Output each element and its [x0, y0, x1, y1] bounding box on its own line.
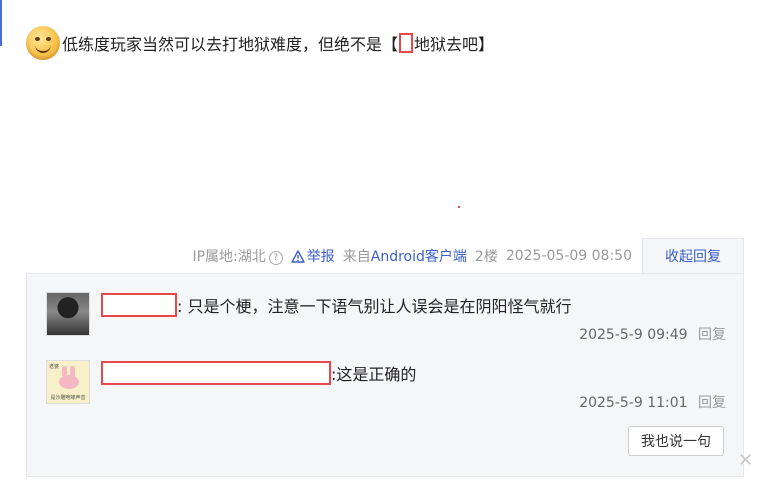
redacted-inline-text — [399, 33, 414, 53]
post-content: 低练度玩家当然可以去打地狱难度，但绝不是【 地狱去吧】 — [26, 26, 494, 60]
reply-text: : 只是个梗，注意一下语气别让人误会是在阴阳怪气就行 — [177, 297, 572, 316]
post-text-before: 低练度玩家当然可以去打地狱难度，但绝不是【 — [62, 35, 399, 54]
pink-bunny-avatar[interactable]: 老婆 是沙雕咆哮声音 — [46, 360, 90, 404]
reply-button[interactable]: 回复 — [698, 327, 726, 343]
collapse-replies-button[interactable]: 收起回复 — [642, 238, 744, 274]
ip-location: IP属地:湖北? — [192, 246, 283, 266]
redacted-username[interactable] — [101, 361, 331, 385]
reply-content: :这是正确的 — [101, 361, 416, 385]
left-accent-bar — [0, 0, 2, 46]
redacted-username[interactable] — [101, 293, 177, 317]
warning-triangle-icon — [291, 249, 305, 263]
post-timestamp: 2025-05-09 08:50 — [505, 248, 632, 264]
reply-footer: 2025-5-9 09:49 回复 — [579, 324, 726, 344]
help-icon[interactable]: ? — [268, 251, 283, 265]
post-text-after: 地狱去吧】 — [414, 35, 495, 54]
stray-dot — [458, 206, 460, 208]
avatar-caption: 是沙雕咆哮声音 — [50, 395, 86, 401]
reply-button[interactable]: 回复 — [698, 395, 726, 411]
floor-number: 2楼 — [474, 249, 498, 265]
post-meta-bar: IP属地:湖北? 举报 来自Android客户端 2楼 2025-05-09 0… — [184, 246, 632, 266]
reply-text: :这是正确的 — [331, 365, 417, 384]
reply-time: 2025-5-9 11:01 — [579, 395, 688, 411]
post-page: 低练度玩家当然可以去打地狱难度，但绝不是【 地狱去吧】 IP属地:湖北? 举报 … — [0, 0, 760, 486]
post-source: 来自Android客户端 — [342, 249, 467, 265]
reply-content: : 只是个梗，注意一下语气别让人误会是在阴阳怪气就行 — [101, 293, 571, 317]
report-link[interactable]: 举报 — [291, 246, 335, 266]
avatar-tag: 老婆 — [49, 364, 60, 370]
source-app-link[interactable]: Android客户端 — [371, 249, 467, 265]
close-icon[interactable]: ✕ — [738, 452, 753, 470]
add-comment-button[interactable]: 我也说一句 — [628, 426, 724, 456]
reply-panel: : 只是个梗，注意一下语气别让人误会是在阴阳怪气就行 2025-5-9 09:4… — [26, 273, 744, 477]
reply-time: 2025-5-9 09:49 — [579, 327, 688, 343]
reply-footer: 2025-5-9 11:01 回复 — [579, 392, 726, 412]
smiley-face-icon — [26, 26, 60, 60]
anime-character-avatar[interactable] — [46, 292, 90, 336]
